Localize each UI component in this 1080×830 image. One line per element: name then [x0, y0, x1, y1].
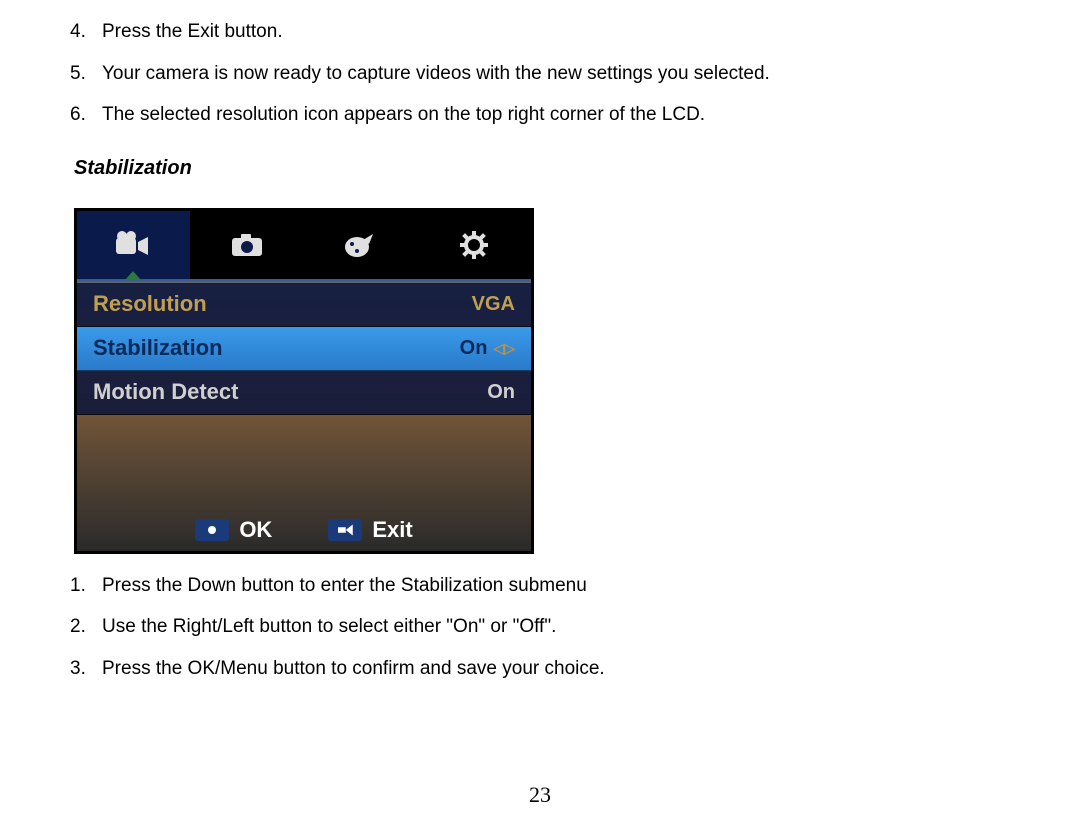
menu-row-label: Resolution: [93, 291, 472, 317]
menu-row-value: On ◁▷: [460, 337, 515, 360]
instruction-item: 6. The selected resolution icon appears …: [70, 101, 1010, 129]
instruction-text: Use the Right/Left button to select eith…: [102, 613, 556, 641]
instruction-number: 1.: [70, 572, 102, 600]
menu-row-value: VGA: [472, 293, 515, 316]
instruction-text: Press the OK/Menu button to confirm and …: [102, 655, 605, 683]
lcd-footer-hints: OK Exit: [77, 517, 531, 543]
lcd-tab-camera[interactable]: [191, 211, 305, 279]
instruction-text: Press the Down button to enter the Stabi…: [102, 572, 587, 600]
lcd-menu-list: Resolution VGA Stabilization On ◁▷ Motio…: [77, 281, 531, 417]
menu-row-motion-detect[interactable]: Motion Detect On: [77, 371, 531, 415]
menu-row-label: Motion Detect: [93, 379, 487, 405]
menu-row-value: On: [487, 381, 515, 404]
instruction-list-top: 4. Press the Exit button. 5. Your camera…: [70, 18, 1010, 129]
instruction-text: Press the Exit button.: [102, 18, 283, 46]
instruction-item: 5. Your camera is now ready to capture v…: [70, 60, 1010, 88]
section-heading-stabilization: Stabilization: [74, 157, 1010, 180]
instruction-number: 3.: [70, 655, 102, 683]
instruction-list-bottom: 1. Press the Down button to enter the St…: [70, 572, 1010, 683]
exit-button-icon: [328, 519, 362, 541]
lcd-tab-effects[interactable]: [304, 211, 418, 279]
instruction-number: 6.: [70, 101, 102, 129]
instruction-text: The selected resolution icon appears on …: [102, 101, 705, 129]
footer-hint-exit-label: Exit: [372, 517, 412, 543]
lcd-tab-bar: [77, 211, 531, 281]
footer-hint-ok: OK: [195, 517, 272, 543]
menu-row-stabilization[interactable]: Stabilization On ◁▷: [77, 327, 531, 371]
instruction-item: 4. Press the Exit button.: [70, 18, 1010, 46]
instruction-number: 2.: [70, 613, 102, 641]
instruction-item: 3. Press the OK/Menu button to confirm a…: [70, 655, 1010, 683]
footer-hint-exit: Exit: [328, 517, 412, 543]
menu-row-resolution[interactable]: Resolution VGA: [77, 283, 531, 327]
footer-hint-ok-label: OK: [239, 517, 272, 543]
instruction-number: 4.: [70, 18, 102, 46]
instruction-text: Your camera is now ready to capture vide…: [102, 60, 770, 88]
left-right-arrows-icon: ◁▷: [493, 340, 515, 357]
instruction-item: 2. Use the Right/Left button to select e…: [70, 613, 1010, 641]
palette-icon: [343, 232, 377, 258]
gear-icon: [459, 230, 489, 260]
camera-icon: [230, 233, 264, 257]
tab-active-indicator-icon: [125, 271, 141, 280]
lcd-tab-video[interactable]: [77, 211, 191, 279]
instruction-item: 1. Press the Down button to enter the St…: [70, 572, 1010, 600]
menu-row-label: Stabilization: [93, 335, 460, 361]
camera-lcd-screenshot: Resolution VGA Stabilization On ◁▷ Motio…: [74, 208, 534, 554]
menu-row-value-text: On: [460, 337, 488, 360]
video-icon: [114, 230, 152, 260]
lcd-tab-settings[interactable]: [418, 211, 532, 279]
ok-button-icon: [195, 519, 229, 541]
page-number: 23: [529, 782, 551, 808]
instruction-number: 5.: [70, 60, 102, 88]
